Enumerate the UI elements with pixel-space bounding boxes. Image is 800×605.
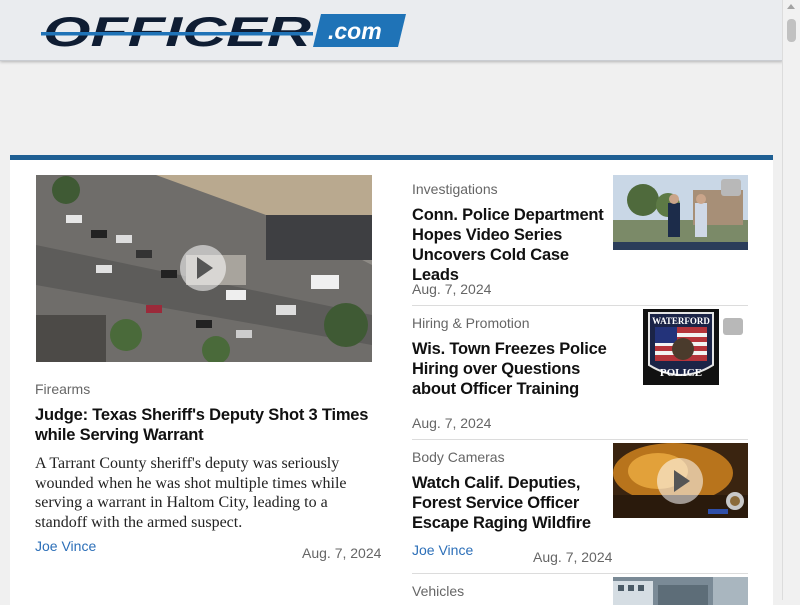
article-author[interactable]: Joe Vince (412, 542, 473, 558)
title-line: Conn. Police Department (412, 206, 604, 224)
featured-title[interactable]: Judge: Texas Sheriff's Deputy Shot 3 Tim… (35, 405, 380, 445)
article-image[interactable]: WATERFORD POLICE (643, 309, 719, 385)
title-line: Hopes Video Series (412, 226, 563, 244)
divider (412, 439, 748, 440)
featured-article-image[interactable] (36, 175, 372, 362)
article-title[interactable]: Conn. Police Department Hopes Video Seri… (412, 205, 612, 285)
ad-space (0, 61, 783, 155)
article-image[interactable] (613, 175, 748, 250)
article-category[interactable]: Investigations (412, 181, 498, 197)
title-line: about Officer Training (412, 380, 580, 398)
title-line: Uncovers Cold Case Leads (412, 246, 569, 284)
article-feed: Firearms Judge: Texas Sheriff's Deputy S… (10, 155, 773, 605)
article-image[interactable] (613, 443, 748, 518)
scrollbar-thumb[interactable] (787, 19, 796, 42)
article-category[interactable]: Hiring & Promotion (412, 315, 530, 331)
title-line: Escape Raging Wildfire (412, 514, 591, 532)
site-header: OFFICER .com (0, 0, 783, 61)
page-scrollbar[interactable] (782, 0, 800, 600)
featured-category[interactable]: Firearms (35, 381, 90, 397)
divider (412, 573, 748, 574)
article-title[interactable]: Wis. Town Freezes Police Hiring over Que… (412, 339, 612, 399)
logo-suffix-text: .com (328, 18, 382, 44)
article-category[interactable]: Vehicles (412, 583, 464, 599)
divider (412, 305, 748, 306)
article-image[interactable] (613, 577, 748, 605)
play-video-icon[interactable] (180, 245, 226, 291)
officer-logo[interactable]: OFFICER .com (41, 12, 406, 50)
video-badge-icon (721, 179, 741, 196)
patch-top-text: WATERFORD (652, 316, 710, 326)
article-date: Aug. 7, 2024 (412, 281, 492, 297)
title-line: Wis. Town Freezes Police (412, 340, 607, 358)
title-line: Forest Service Officer (412, 494, 580, 512)
video-badge-icon (723, 318, 743, 335)
article-date: Aug. 7, 2024 (533, 549, 613, 565)
building-photo (613, 577, 748, 605)
police-patch-image: WATERFORD POLICE (643, 309, 719, 385)
title-line: Hiring over Questions (412, 360, 581, 378)
scroll-up-arrow-icon[interactable] (787, 4, 795, 9)
logo-main-text: OFFICER (43, 12, 312, 50)
article-category[interactable]: Body Cameras (412, 449, 505, 465)
patch-bottom-text: POLICE (660, 367, 702, 379)
featured-date: Aug. 7, 2024 (302, 545, 382, 561)
article-title[interactable]: Watch Calif. Deputies, Forest Service Of… (412, 473, 612, 533)
logo-stripe (41, 32, 313, 36)
play-video-icon[interactable] (657, 458, 703, 504)
title-line: Watch Calif. Deputies, (412, 474, 581, 492)
featured-summary: A Tarrant County sheriff's deputy was se… (35, 455, 347, 531)
article-date: Aug. 7, 2024 (412, 415, 492, 431)
featured-author[interactable]: Joe Vince (35, 538, 96, 554)
